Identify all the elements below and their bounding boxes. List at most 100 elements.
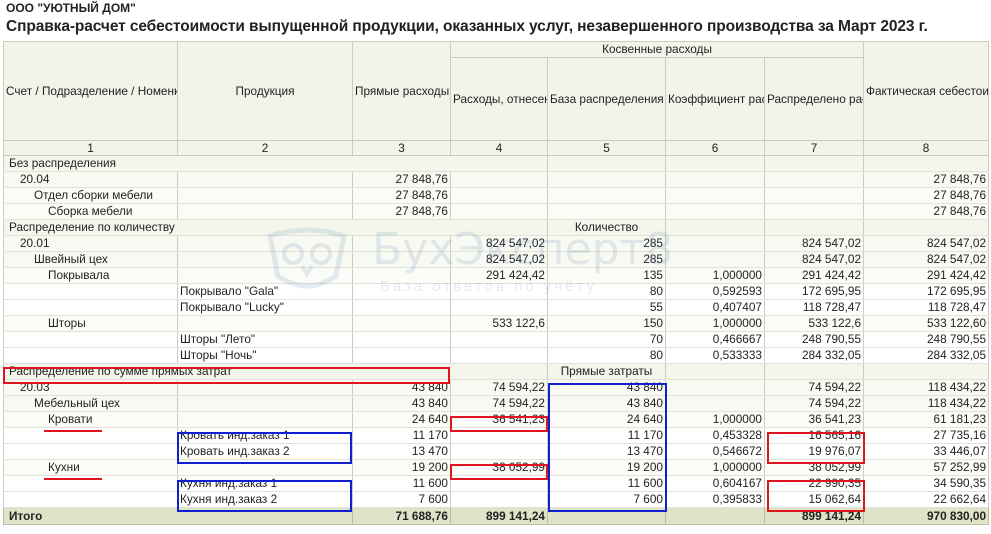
table-cell: 172 695,95 bbox=[863, 283, 990, 300]
table-cell: 824 547,02 bbox=[863, 251, 990, 268]
total-cell: Итого bbox=[3, 507, 353, 525]
table-cell: Покрывало "Gala" bbox=[177, 283, 353, 300]
table-cell: 27 848,76 bbox=[863, 171, 990, 188]
table-cell bbox=[352, 331, 451, 348]
total-cell: 970 830,00 bbox=[863, 507, 990, 525]
table-cell: 1,000000 bbox=[665, 459, 765, 476]
table-cell: 824 547,02 bbox=[863, 235, 990, 252]
table-cell bbox=[3, 283, 178, 300]
col-number: 5 bbox=[547, 140, 666, 156]
table-cell: 0,466667 bbox=[665, 331, 765, 348]
table-cell: 74 594,22 bbox=[764, 395, 865, 412]
table-cell bbox=[3, 491, 178, 508]
table-cell bbox=[863, 219, 990, 236]
table-cell: Шторы bbox=[3, 315, 178, 332]
table-cell bbox=[665, 203, 765, 220]
table-cell: 74 594,22 bbox=[450, 379, 548, 396]
table-cell: 70 bbox=[547, 331, 666, 348]
table-row: Покрывала 291 424,42 135 1,000000 291 424,42… bbox=[3, 267, 990, 284]
table-cell: 24 640 bbox=[547, 411, 666, 428]
table-cell: 172 695,95 bbox=[764, 283, 865, 300]
table-cell: 7 600 bbox=[547, 491, 666, 508]
table-cell: 13 470 bbox=[352, 443, 451, 460]
table-cell bbox=[450, 475, 548, 492]
table-cell: 19 200 bbox=[547, 459, 666, 476]
total-cell bbox=[547, 507, 666, 525]
table-cell bbox=[450, 427, 548, 444]
table-cell: 19 200 bbox=[352, 459, 451, 476]
table-cell: 533 122,60 bbox=[863, 315, 990, 332]
header-coefficient: Коэффициент распределения (гр.5 / итог г… bbox=[665, 57, 765, 141]
table-cell bbox=[352, 347, 451, 364]
table-cell: 43 840 bbox=[352, 395, 451, 412]
table-cell: 0,395833 bbox=[665, 491, 765, 508]
table-cell: 43 840 bbox=[547, 379, 666, 396]
table-cell: 11 600 bbox=[352, 475, 451, 492]
col-number: 4 bbox=[450, 140, 548, 156]
table-cell: 19 976,07 bbox=[764, 443, 865, 460]
table-cell: 80 bbox=[547, 347, 666, 364]
table-cell bbox=[450, 203, 548, 220]
table-cell: 16 565,16 bbox=[764, 427, 865, 444]
table-cell: 74 594,22 bbox=[450, 395, 548, 412]
table-cell bbox=[177, 459, 353, 476]
table-cell bbox=[665, 187, 765, 204]
table-cell: 0,604167 bbox=[665, 475, 765, 492]
table-cell: 27 848,76 bbox=[863, 203, 990, 220]
table-cell: 1,000000 bbox=[665, 267, 765, 284]
table-cell bbox=[177, 171, 353, 188]
table-row: Кухня инд.заказ 27 600 7 600 0,395833 15 06… bbox=[3, 491, 990, 508]
table-row: Без распределения bbox=[3, 155, 990, 172]
table-row: 20.04 27 848,76 27 848,76 bbox=[3, 171, 990, 188]
table-cell: Шторы "Ночь" bbox=[177, 347, 353, 364]
table-cell: 38 052,99 bbox=[450, 459, 548, 476]
table-cell: 55 bbox=[547, 299, 666, 316]
header-indirect-costs: Косвенные расходы bbox=[449, 41, 865, 58]
col-number: 6 bbox=[665, 140, 765, 156]
table-cell: 824 547,02 bbox=[450, 235, 548, 252]
table-cell: 57 252,99 bbox=[863, 459, 990, 476]
table-cell bbox=[764, 219, 865, 236]
table-cell: 291 424,42 bbox=[450, 267, 548, 284]
table-row: Кровать инд.заказ 1 11 170 11 170 0,453328 1… bbox=[3, 427, 990, 444]
table-cell: 0,533333 bbox=[665, 347, 765, 364]
table-cell bbox=[764, 155, 865, 172]
table-cell: 1,000000 bbox=[665, 315, 765, 332]
table-cell bbox=[665, 171, 765, 188]
table-cell: 27 848,76 bbox=[863, 187, 990, 204]
table-cell bbox=[450, 443, 548, 460]
table-cell: 11 600 bbox=[547, 475, 666, 492]
table-row: 20.03 43 840 74 594,22 43 840 74 594,22 118 4… bbox=[3, 379, 990, 396]
table-cell bbox=[3, 475, 178, 492]
table-cell: 80 bbox=[547, 283, 666, 300]
table-cell: 20.01 bbox=[3, 235, 178, 252]
table-cell: 533 122,6 bbox=[764, 315, 865, 332]
table-cell: Кухня инд.заказ 1 bbox=[177, 475, 353, 492]
table-cell bbox=[177, 187, 353, 204]
header-row-top: Счет / Подразделение / Номенклатурная гр… bbox=[3, 41, 990, 141]
table-cell bbox=[177, 251, 353, 268]
header-costs-to-group: Расходы, отнесенные на номенклатурную гр… bbox=[450, 57, 548, 141]
table-cell bbox=[450, 331, 548, 348]
table-cell: 284 332,05 bbox=[764, 347, 865, 364]
table-cell: 291 424,42 bbox=[863, 267, 990, 284]
table-cell: Распределение по количеству bbox=[3, 219, 548, 236]
table-cell: 291 424,42 bbox=[764, 267, 865, 284]
table-cell: 118 728,47 bbox=[863, 299, 990, 316]
table-cell: Кровать инд.заказ 1 bbox=[177, 427, 353, 444]
table-cell: 36 541,23 bbox=[450, 411, 548, 428]
table-cell bbox=[3, 347, 178, 364]
table-row: Распределение по сумме прямых затрат Прям… bbox=[3, 363, 990, 380]
table-cell: 0,407407 bbox=[665, 299, 765, 316]
table-cell: 13 470 bbox=[547, 443, 666, 460]
header-account: Счет / Подразделение / Номенклатурная гр… bbox=[3, 41, 178, 141]
table-row: Кровати 24 640 36 541,23 24 640 1,000000 36 5… bbox=[3, 411, 990, 428]
header-distributed: Распределено расходов на продукцию (итог… bbox=[763, 57, 865, 141]
table-cell bbox=[764, 203, 865, 220]
table-cell bbox=[3, 443, 178, 460]
total-cell: 899 141,24 bbox=[450, 507, 548, 525]
table-cell: 7 600 bbox=[352, 491, 451, 508]
table-cell bbox=[665, 219, 765, 236]
table-cell: 61 181,23 bbox=[863, 411, 990, 428]
table-cell bbox=[665, 235, 765, 252]
